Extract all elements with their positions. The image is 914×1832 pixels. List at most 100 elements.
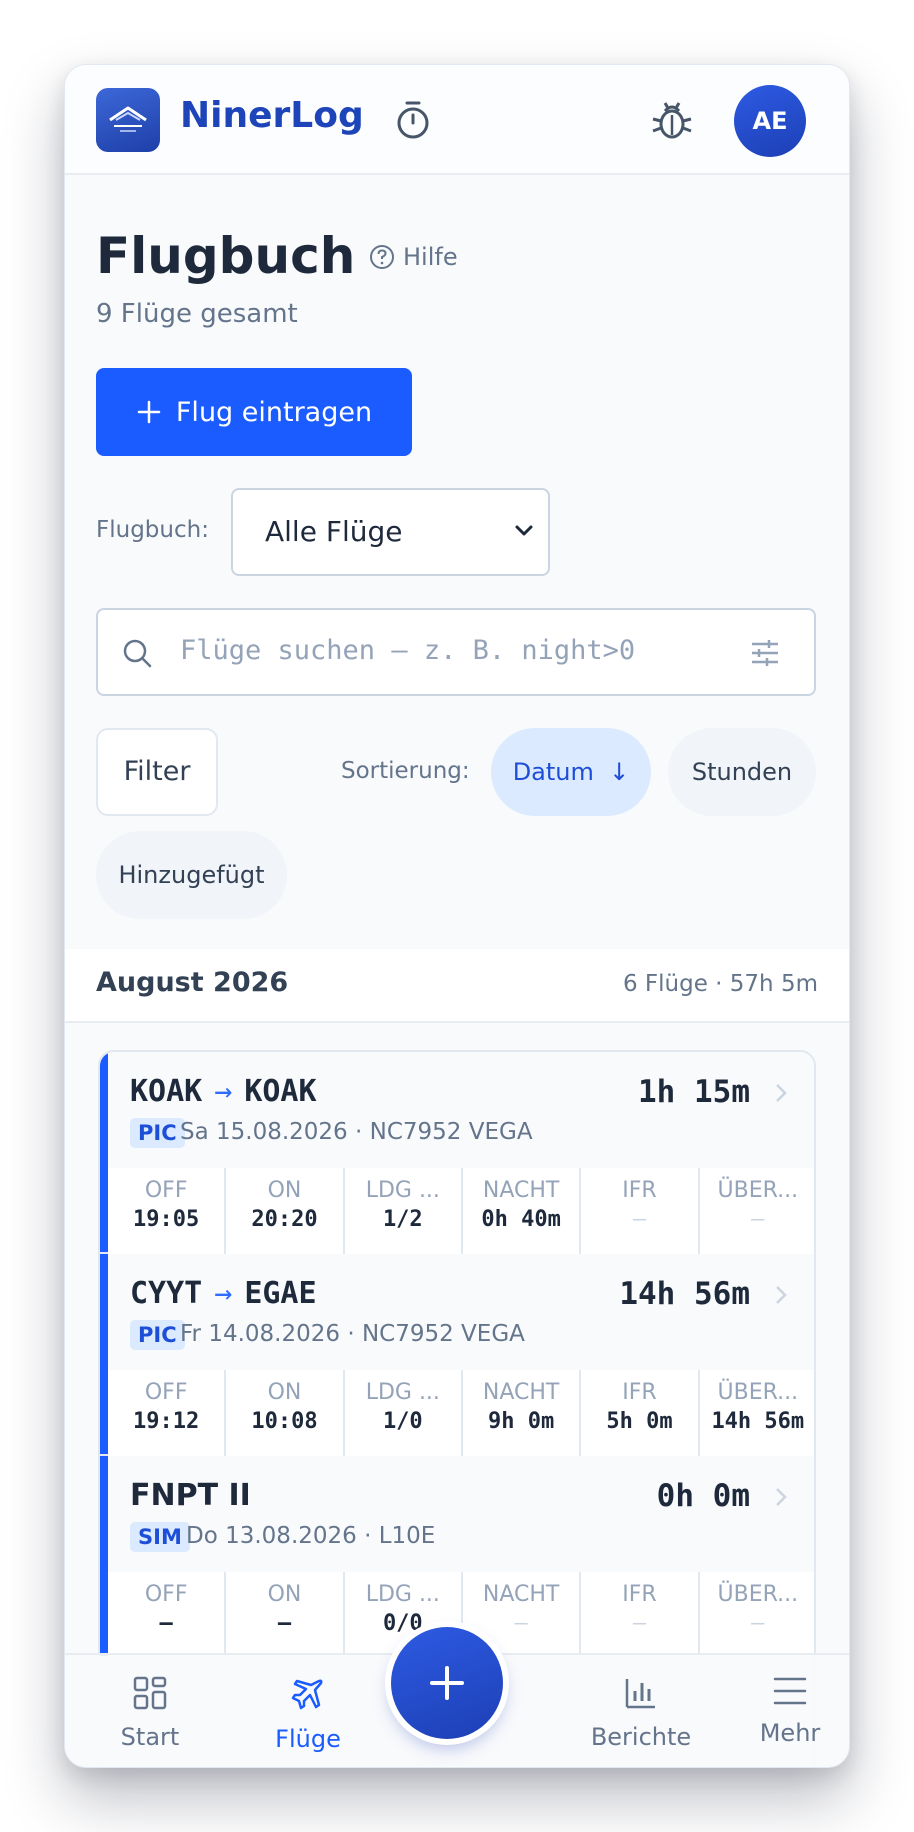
chevron-down-icon — [514, 524, 534, 538]
logbook-select[interactable]: Alle Flüge — [231, 488, 550, 576]
bug-report-icon[interactable] — [649, 97, 695, 143]
stat-value: 9h 0m — [463, 1409, 579, 1434]
stat-label: IFR — [581, 1178, 697, 1203]
nav-start[interactable]: Start — [105, 1675, 195, 1751]
simulator-name: FNPT II — [130, 1478, 251, 1513]
flight-info: Do 13.08.2026 · L10E — [186, 1523, 435, 1549]
role-badge: PIC — [130, 1320, 185, 1350]
stat-overland: ÜBER... – — [698, 1572, 816, 1658]
search-input[interactable]: Flüge suchen — z. B. night>0 — [96, 608, 816, 696]
departure-airport: CYYT — [130, 1276, 202, 1311]
stat-value: 0h 40m — [463, 1207, 579, 1232]
flight-duration: 14h 56m — [619, 1276, 750, 1312]
stat-ifr: IFR – — [579, 1572, 697, 1658]
stat-ifr: IFR5h 0m — [579, 1370, 697, 1456]
stat-off: OFF19:12 — [108, 1370, 224, 1456]
stat-value: 19:05 — [108, 1207, 224, 1232]
flight-card[interactable]: CYYT → EGAE 14h 56m PIC Fr 14.08.2026 · … — [100, 1254, 814, 1456]
arrow-right-icon: → — [214, 1276, 232, 1311]
nav-reports-label: Berichte — [571, 1723, 711, 1751]
top-bar: NinerLog AE — [65, 65, 849, 175]
stat-label: LDG ... — [345, 1380, 461, 1405]
help-link[interactable]: Hilfe — [369, 243, 458, 271]
filter-settings-icon[interactable] — [750, 638, 780, 668]
stat-label: ON — [226, 1380, 342, 1405]
role-badge: SIM — [130, 1522, 190, 1552]
add-flight-button[interactable]: Flug eintragen — [96, 368, 412, 456]
stat-value: 1/2 — [345, 1207, 461, 1232]
app-logo[interactable] — [96, 88, 160, 152]
nav-reports[interactable]: Berichte — [571, 1675, 711, 1751]
sort-chip-added[interactable]: Hinzugefügt — [96, 831, 287, 919]
filter-button[interactable]: Filter — [96, 728, 218, 816]
stat-on: ON20:20 — [224, 1168, 342, 1254]
logbook-label: Flugbuch: — [96, 517, 209, 543]
sort-chip-date-label: Datum — [513, 758, 594, 786]
airplane-icon — [289, 1675, 327, 1713]
help-label: Hilfe — [403, 243, 458, 271]
plus-icon — [136, 399, 162, 425]
flight-card[interactable]: KOAK → KOAK 1h 15m PIC Sa 15.08.2026 · N… — [100, 1052, 814, 1254]
chevron-right-icon — [774, 1486, 788, 1508]
user-avatar[interactable]: AE — [734, 85, 806, 157]
stat-label: IFR — [581, 1380, 697, 1405]
stat-night: NACHT 0h 40m — [461, 1168, 579, 1254]
flight-route: KOAK → KOAK — [130, 1074, 317, 1109]
stat-label: LDG ... — [345, 1178, 461, 1203]
sort-chip-hours[interactable]: Stunden — [668, 728, 816, 816]
chevron-right-icon — [774, 1284, 788, 1306]
stat-value: – — [581, 1207, 697, 1232]
stat-label: NACHT — [463, 1582, 579, 1607]
stat-label: OFF — [108, 1380, 224, 1405]
stat-off: OFF– — [108, 1572, 224, 1658]
stat-overland: ÜBER... 14h 56m — [698, 1370, 816, 1456]
stat-value: 10:08 — [226, 1409, 342, 1434]
flight-info: Fr 14.08.2026 · NC7952 VEGA — [180, 1321, 525, 1347]
flight-duration: 0h 0m — [657, 1478, 750, 1514]
flight-duration: 1h 15m — [638, 1074, 750, 1110]
arrow-right-icon: → — [214, 1074, 232, 1109]
sort-chip-date[interactable]: Datum ↓ — [491, 728, 651, 816]
search-icon — [122, 638, 154, 670]
flight-route: CYYT → EGAE — [130, 1276, 317, 1311]
stat-night: NACHT9h 0m — [461, 1370, 579, 1456]
stat-on: ON 10:08 — [224, 1370, 342, 1456]
stat-ifr: IFR – — [579, 1168, 697, 1254]
nav-flights[interactable]: Flüge — [253, 1675, 363, 1753]
flight-info: Sa 15.08.2026 · NC7952 VEGA — [180, 1119, 533, 1145]
month-group-header: August 2026 6 Flüge · 57h 5m — [65, 949, 849, 1023]
flight-count: 9 Flüge gesamt — [96, 299, 298, 329]
stat-label: ÜBER... — [700, 1582, 816, 1607]
stat-value: – — [700, 1611, 816, 1636]
stat-value: – — [226, 1611, 342, 1636]
stat-value: – — [700, 1207, 816, 1232]
stat-value: – — [581, 1611, 697, 1636]
stat-label: ÜBER... — [700, 1178, 816, 1203]
plus-icon — [427, 1663, 467, 1703]
nav-more[interactable]: Mehr — [745, 1675, 835, 1747]
help-circle-icon — [369, 244, 395, 270]
app-window: NinerLog AE Flugbuch Hilfe 9 Flüge gesam… — [64, 64, 850, 1768]
app-brand[interactable]: NinerLog — [180, 95, 364, 136]
flight-route: FNPT II — [130, 1478, 251, 1513]
flight-stats: OFF19:05 ON20:20 LDG ...1/2 NACHT0h 40m … — [108, 1168, 816, 1254]
stat-label: ÜBER... — [700, 1380, 816, 1405]
stat-label: NACHT — [463, 1178, 579, 1203]
stat-label: OFF — [108, 1178, 224, 1203]
logbook-selected-value: Alle Flüge — [265, 515, 402, 548]
page-title: Flugbuch — [96, 227, 355, 285]
stopwatch-icon[interactable] — [393, 99, 433, 141]
stat-label: IFR — [581, 1582, 697, 1607]
stat-value: 14h 56m — [700, 1409, 816, 1434]
search-placeholder: Flüge suchen — z. B. night>0 — [180, 635, 635, 666]
nav-start-label: Start — [105, 1723, 195, 1751]
menu-icon — [772, 1675, 808, 1707]
stat-value: – — [108, 1611, 224, 1636]
logo-icon — [106, 102, 150, 138]
month-summary: 6 Flüge · 57h 5m — [623, 971, 818, 997]
stat-value: 1/0 — [345, 1409, 461, 1434]
stat-overland: ÜBER... – — [698, 1168, 816, 1254]
stat-label: ON — [226, 1178, 342, 1203]
arrival-airport: EGAE — [244, 1276, 316, 1311]
quick-add-button[interactable] — [391, 1627, 503, 1739]
